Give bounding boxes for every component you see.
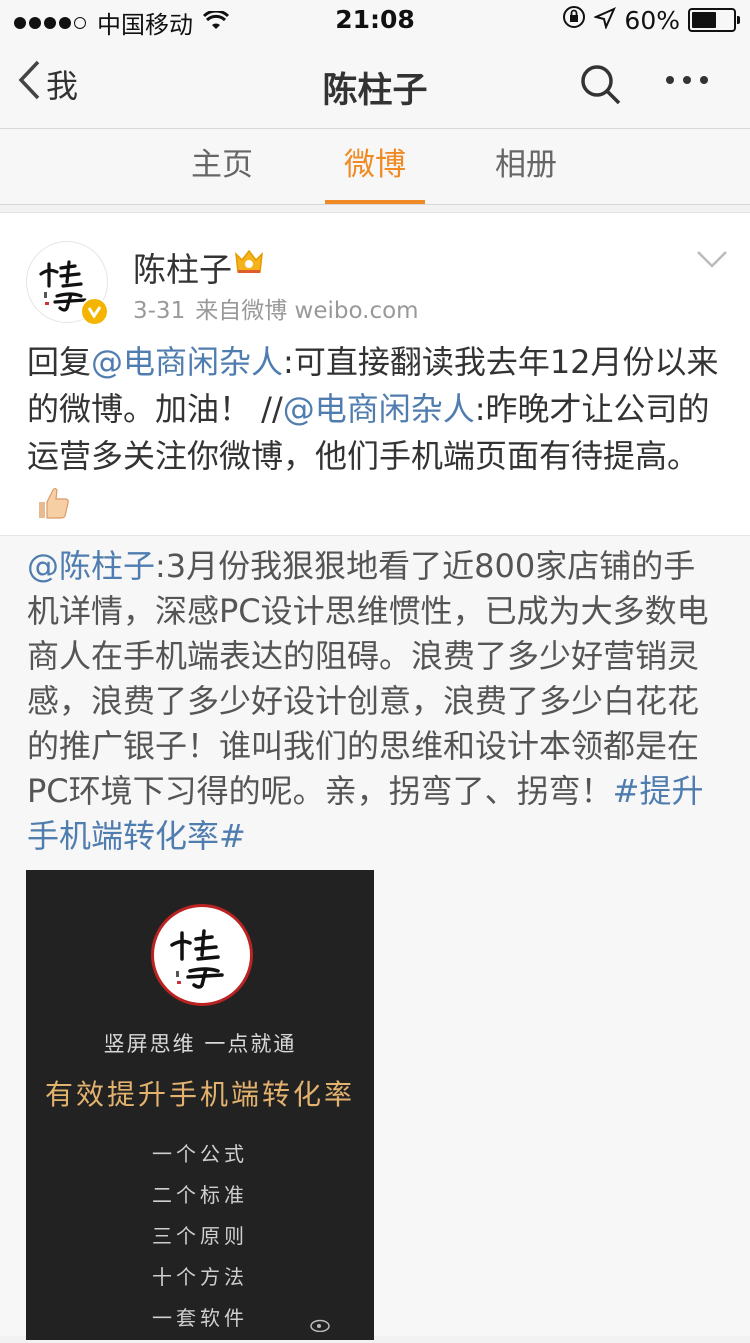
retweet-body: :3月份我狠狠地看了近800家店铺的手机详情，深感PC设计思维惯性，已成为大多数… [27, 547, 709, 810]
status-right: 60% [554, 5, 740, 35]
vip-crown-icon[interactable] [234, 248, 264, 280]
verified-badge-icon [80, 297, 109, 326]
tab-home[interactable]: 主页 [167, 129, 277, 204]
retweet-text: @陈柱子:3月份我狠狠地看了近800家店铺的手机详情，深感PC设计思维惯性，已成… [27, 544, 727, 859]
mention-link[interactable]: @陈柱子 [27, 547, 155, 585]
post-meta: 3-31 来自微博 weibo.com [133, 291, 419, 325]
post-date: 3-31 [133, 298, 186, 324]
poster-list-item: 一个公式 [152, 1142, 248, 1166]
back-label: 我 [46, 67, 79, 105]
tab-album[interactable]: 相册 [471, 129, 581, 204]
author-name[interactable]: 陈柱子 [133, 243, 232, 291]
rotation-lock-icon [562, 5, 586, 35]
poster-list-item: 十个方法 [152, 1265, 248, 1289]
profile-tabs: 主页 微博 相册 [0, 129, 750, 205]
post-source: 来自微博 weibo.com [195, 298, 419, 324]
chevron-left-icon [18, 60, 46, 108]
poster-list: 一个公式 二个标准 三个原则 十个方法 一套软件 [26, 1138, 374, 1343]
back-button[interactable]: 我 [18, 60, 78, 108]
thumbs-up-icon [35, 486, 71, 533]
mention-link[interactable]: @电商闲杂人 [283, 390, 475, 428]
battery-fill [692, 12, 716, 28]
page-title: 陈柱子 [322, 71, 428, 111]
mention-link[interactable]: @电商闲杂人 [91, 343, 283, 381]
search-icon[interactable] [580, 64, 622, 110]
poster-list-item: 三个原则 [152, 1224, 248, 1248]
poster-logo [151, 904, 253, 1006]
post-card[interactable]: 陈柱子 3-31 来自微博 weibo.com 回复@电商闲杂人:可直接翻读我去年… [0, 212, 750, 1340]
post-text: 回复@电商闲杂人:可直接翻读我去年12月份以来的微博。加油！ //@电商闲杂人:… [27, 339, 727, 533]
location-icon [593, 6, 617, 35]
retweet-block[interactable]: @陈柱子:3月份我狠狠地看了近800家店铺的手机详情，深感PC设计思维惯性，已成… [0, 535, 750, 1340]
poster-title: 有效提升手机端转化率 [44, 1078, 355, 1111]
weibo-watermark-icon [310, 1316, 332, 1335]
poster-subtitle: 竖屏思维 一点就通 [103, 1032, 297, 1056]
post-text-part: 回复 [27, 343, 92, 381]
chevron-down-icon[interactable] [696, 249, 728, 273]
retweet-image[interactable]: 竖屏思维 一点就通 有效提升手机端转化率 一个公式 二个标准 三个原则 十个方法… [26, 870, 374, 1340]
battery-percent: 60% [624, 5, 680, 35]
status-bar: 中国移动 21:08 60% [0, 0, 750, 40]
nav-bar: 我 陈柱子 [0, 40, 750, 129]
tab-weibo[interactable]: 微博 [320, 129, 430, 204]
more-icon[interactable] [666, 76, 717, 84]
poster-list-item: 二个标准 [152, 1183, 248, 1207]
battery-icon [688, 8, 740, 32]
